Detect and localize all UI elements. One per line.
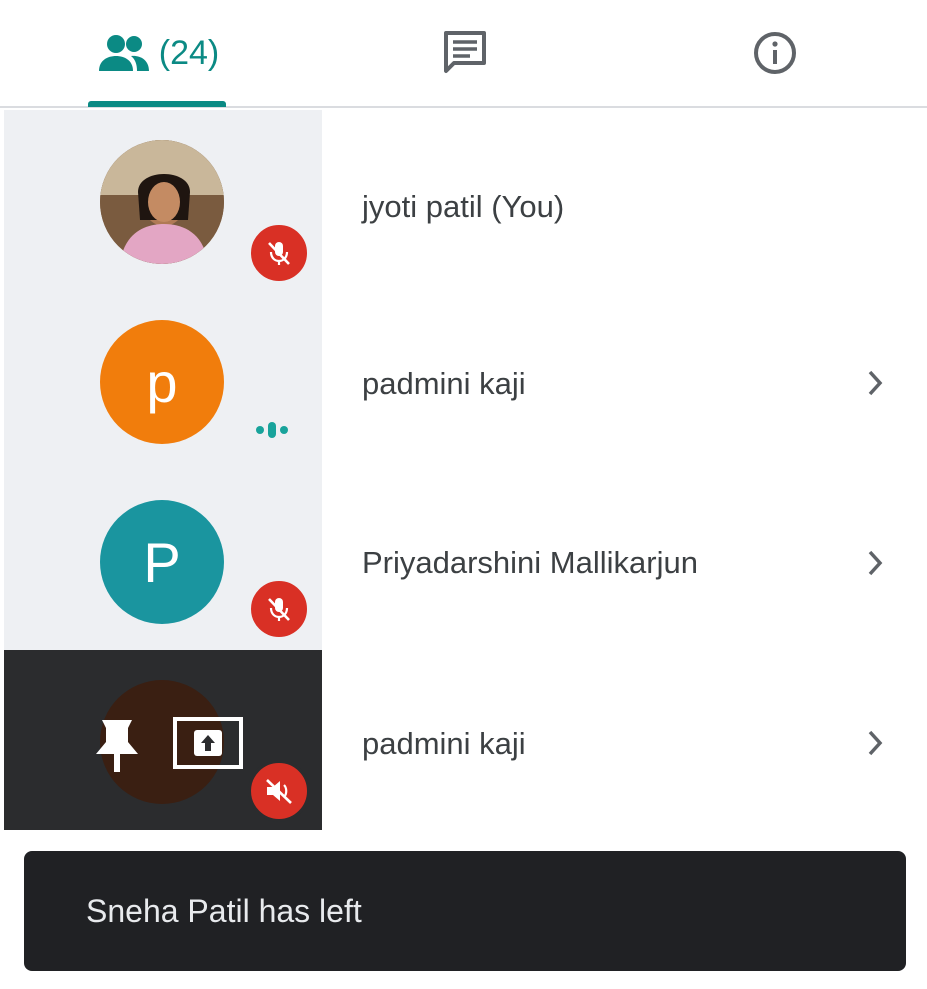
audio-muted-badge	[248, 760, 310, 822]
avatar	[100, 140, 224, 264]
tab-people[interactable]: (24)	[85, 0, 231, 107]
participant-name: padmini kaji	[362, 366, 526, 401]
participant-name: jyoti patil (You)	[362, 189, 565, 224]
participant-count: (24)	[158, 33, 220, 72]
snackbar-message: Sneha Patil has left	[86, 892, 362, 929]
mic-muted-badge	[248, 222, 310, 284]
speaking-indicator-icon	[256, 422, 288, 438]
tab-chat[interactable]	[420, 0, 510, 106]
mic-off-icon	[268, 598, 290, 621]
chevron-right-icon[interactable]	[860, 368, 890, 398]
participant-row[interactable]: jyoti patil (You)	[0, 110, 927, 290]
profile-photo-icon	[100, 140, 224, 264]
pin-icon[interactable]	[92, 716, 142, 774]
chevron-right-icon[interactable]	[860, 728, 890, 758]
volume-off-icon	[266, 779, 292, 804]
avatar: p	[100, 320, 224, 444]
avatar-initial: p	[146, 350, 178, 414]
info-icon	[754, 32, 796, 74]
participant-row[interactable]: p padmini kaji	[0, 290, 927, 470]
chevron-right-icon[interactable]	[860, 548, 890, 578]
mic-muted-badge	[248, 578, 310, 640]
participant-row[interactable]: padmini kaji	[0, 650, 927, 830]
avatar-initial: P	[143, 530, 181, 594]
participant-name: Priyadarshini Mallikarjun	[362, 545, 698, 580]
participant-name: padmini kaji	[362, 726, 526, 761]
chat-icon	[444, 31, 486, 73]
tab-bar: (24)	[0, 0, 927, 108]
avatar: P	[100, 500, 224, 624]
present-screen-icon[interactable]	[172, 716, 244, 770]
mic-off-icon	[268, 242, 290, 265]
people-icon	[98, 35, 149, 71]
participant-row[interactable]: P Priyadarshini Mallikarjun	[0, 470, 927, 650]
snackbar-notification: Sneha Patil has left	[24, 851, 906, 971]
active-tab-indicator	[88, 101, 226, 107]
tab-info[interactable]	[730, 0, 820, 106]
